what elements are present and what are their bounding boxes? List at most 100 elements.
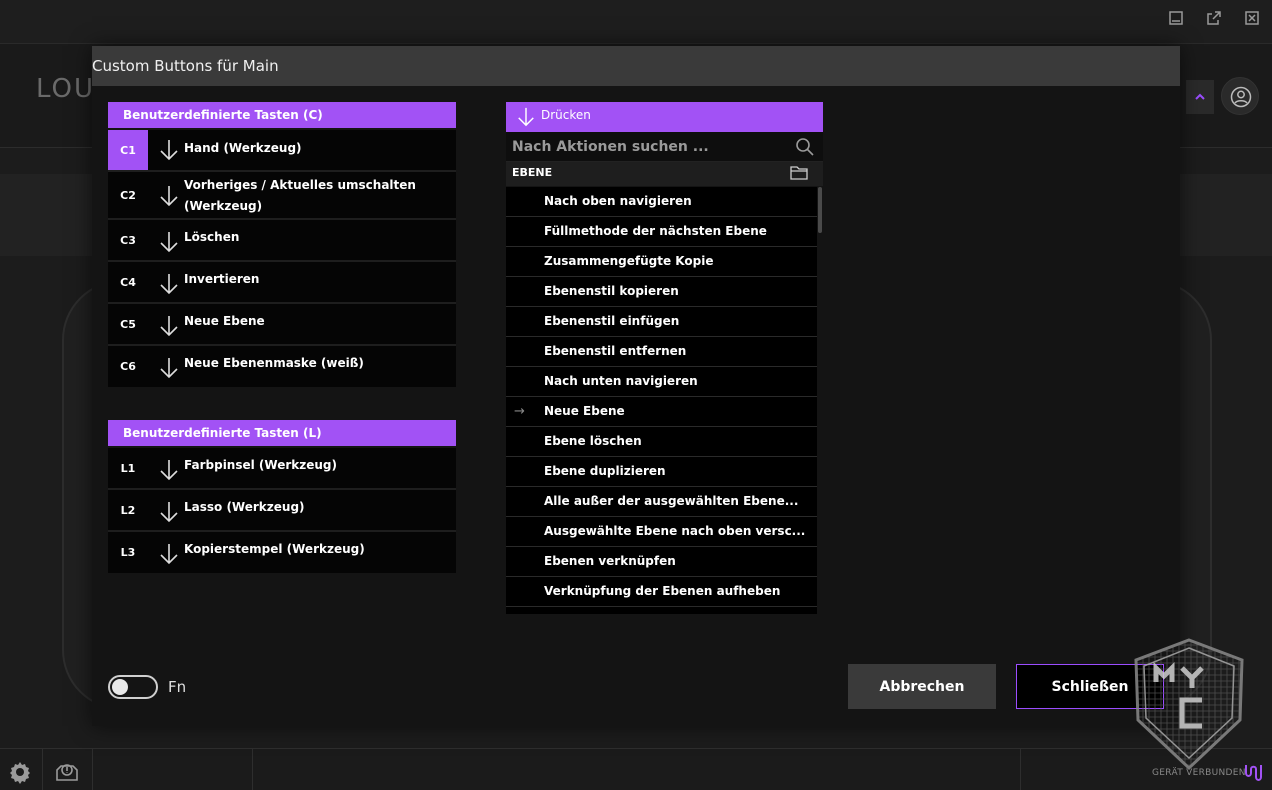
action-search (506, 132, 823, 162)
button-label: Kopierstempel (Werkzeug) (184, 542, 365, 556)
press-down-icon (160, 502, 178, 523)
button-key: C1 (108, 130, 148, 170)
selected-arrow-icon: → (514, 404, 525, 419)
action-item[interactable]: Ebene duplizieren (506, 457, 817, 487)
c-button-list: C1 Hand (Werkzeug) C2 Vorheriges / Aktue… (108, 130, 456, 387)
button-key: L1 (120, 461, 136, 475)
press-down-icon (160, 358, 178, 379)
button-row-l2[interactable]: L2 Lasso (Werkzeug) (108, 490, 456, 532)
dialog-title: Custom Buttons für Main (92, 46, 1180, 86)
button-key: L3 (120, 546, 136, 559)
gear-icon[interactable] (8, 760, 32, 784)
button-label: Farbpinsel (Werkzeug) (184, 458, 337, 472)
button-row-l1[interactable]: L1 Farbpinsel (Werkzeug) (108, 448, 456, 490)
category-row[interactable]: EBENE (506, 162, 823, 186)
title-bar (0, 0, 1272, 44)
divider (42, 748, 43, 790)
press-down-icon (518, 107, 534, 127)
fn-toggle[interactable] (108, 675, 158, 699)
action-item-label: Ebenenstil einfügen (544, 314, 680, 328)
scrollbar-thumb[interactable] (818, 187, 822, 233)
action-panel-header: Drücken (506, 102, 823, 132)
button-label: Neue Ebenenmaske (weiß) (184, 356, 364, 370)
cancel-button[interactable]: Abbrechen (848, 664, 996, 709)
app-window: LOU GERÄT VERBUNDEN Custom Buttons für M… (0, 0, 1272, 790)
action-list: Nach oben navigieren Füllmethode der näch… (506, 187, 817, 614)
press-down-icon (160, 140, 178, 161)
action-item[interactable]: → Neue Ebene (506, 397, 817, 427)
press-down-icon (160, 316, 178, 337)
press-down-icon (160, 544, 178, 565)
action-item[interactable]: Nach unten navigieren (506, 367, 817, 397)
press-down-icon (160, 274, 178, 295)
button-label: Neue Ebene (184, 314, 265, 328)
profile-sync-icon[interactable] (54, 760, 80, 784)
category-label: EBENE (512, 166, 553, 179)
action-item-label: Verknüpfung der Ebenen aufheben (544, 584, 781, 598)
action-panel-title: Drücken (541, 108, 591, 122)
button-row-l3[interactable]: L3 Kopierstempel (Werkzeug) (108, 532, 456, 573)
c-panel-header: Benutzerdefinierte Tasten (C) (108, 102, 456, 128)
action-item[interactable]: Nach oben navigieren (506, 187, 817, 217)
action-item[interactable]: Ebenen verknüpfen (506, 547, 817, 577)
app-logo: LOU (36, 74, 96, 104)
action-item[interactable]: Ebenenstil einfügen (506, 307, 817, 337)
action-item-label: Ebene löschen (544, 434, 642, 448)
action-item[interactable]: Zusammengefügte Kopie (506, 247, 817, 277)
button-key: C6 (120, 360, 136, 373)
minimize-icon[interactable] (1167, 10, 1185, 28)
scrollbar[interactable] (817, 187, 823, 614)
action-item-label: Ausgewählte Ebene nach oben versc... (544, 524, 806, 538)
button-key: C5 (120, 317, 136, 331)
action-item-label: Ebenenstil kopieren (544, 284, 679, 298)
button-key: C2 (120, 188, 136, 202)
avatar[interactable] (1221, 77, 1259, 115)
watermark-logo (1134, 638, 1244, 771)
action-item-label: Nach unten navigieren (544, 374, 698, 388)
l-button-list: L1 Farbpinsel (Werkzeug) L2 Lasso (Werkz… (108, 448, 456, 573)
button-key: C4 (120, 275, 136, 289)
button-label: Lasso (Werkzeug) (184, 500, 305, 514)
divider (1020, 748, 1021, 790)
close-icon[interactable] (1243, 10, 1261, 28)
button-key: C3 (120, 233, 136, 247)
action-item[interactable]: Füllmethode der nächsten Ebene (506, 217, 817, 247)
toggle-knob (112, 679, 128, 695)
button-label: Vorheriges / Aktuelles umschalten (184, 178, 416, 192)
button-row-c2[interactable]: C2 Vorheriges / Aktuelles umschalten (We… (108, 172, 456, 220)
press-down-icon (160, 232, 178, 253)
action-item-label: Ebenenstil entfernen (544, 344, 687, 358)
button-row-c6[interactable]: C6 Neue Ebenenmaske (weiß) (108, 346, 456, 387)
press-down-icon (160, 186, 178, 207)
action-item-label: Alle außer der ausgewählten Ebene... (544, 494, 799, 508)
action-item[interactable]: Ebene löschen (506, 427, 817, 457)
search-input[interactable] (506, 132, 791, 162)
press-down-icon (160, 460, 178, 481)
action-item-label: Nach oben navigieren (544, 194, 692, 208)
fn-label: Fn (168, 678, 187, 696)
button-row-c1[interactable]: C1 Hand (Werkzeug) (108, 130, 456, 172)
divider (252, 748, 253, 790)
action-item[interactable]: Verknüpfung der Ebenen aufheben (506, 577, 817, 607)
button-row-c5[interactable]: C5 Neue Ebene (108, 304, 456, 346)
button-key: L2 (120, 503, 136, 517)
action-item[interactable]: Ausgewählte Ebene nach oben versc... (506, 517, 817, 547)
button-label-line2: (Werkzeug) (184, 199, 263, 213)
l-panel-header: Benutzerdefinierte Tasten (L) (108, 420, 456, 446)
action-item-label: Neue Ebene (544, 404, 625, 418)
chevron-up-icon[interactable] (1186, 80, 1214, 114)
popout-icon[interactable] (1205, 10, 1223, 28)
status-bar (0, 748, 1272, 790)
action-item[interactable]: Ebenenstil entfernen (506, 337, 817, 367)
action-item[interactable]: Ebenenstil kopieren (506, 277, 817, 307)
folder-icon[interactable] (789, 164, 809, 182)
action-item-label: Ebene duplizieren (544, 464, 666, 478)
action-item-label: Zusammengefügte Kopie (544, 254, 714, 268)
button-row-c4[interactable]: C4 Invertieren (108, 262, 456, 304)
action-item[interactable]: Alle außer der ausgewählten Ebene... (506, 487, 817, 517)
button-row-c3[interactable]: C3 Löschen (108, 220, 456, 262)
button-label: Löschen (184, 230, 240, 244)
action-item-label: Ebenen verknüpfen (544, 554, 676, 568)
search-icon[interactable] (795, 137, 815, 157)
divider (92, 748, 93, 790)
